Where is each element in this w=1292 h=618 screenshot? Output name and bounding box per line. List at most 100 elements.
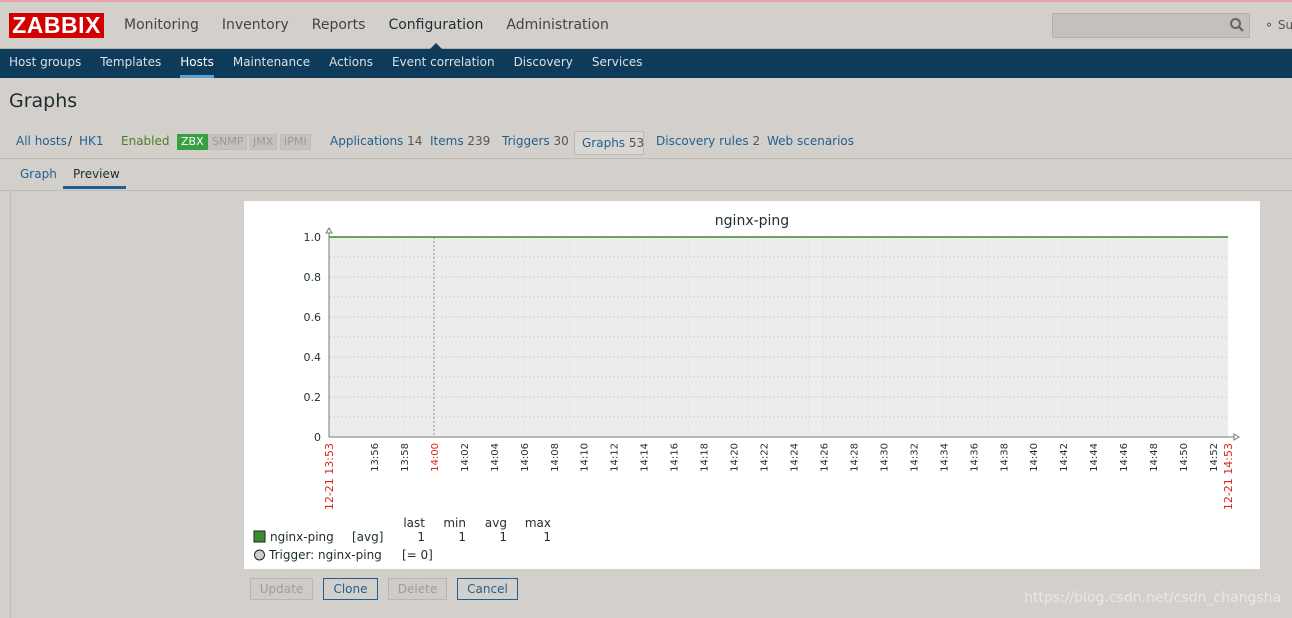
ipmi-availability-badge: IPMI (280, 134, 311, 150)
x-tick-label: 14:00 (430, 443, 441, 472)
active-tab-indicator (63, 186, 126, 189)
headset-icon: ⚬ (1264, 18, 1275, 32)
x-axis-arrow (1233, 433, 1240, 441)
legend-trigger-condition: [= 0] (402, 548, 433, 562)
y-axis-arrow (325, 227, 333, 234)
sub-nav-discovery[interactable]: Discovery (505, 49, 583, 78)
x-tick-label: 14:52 (1209, 443, 1220, 472)
breadcrumb-host[interactable]: HK1 (79, 134, 104, 148)
legend-series-color (253, 530, 266, 543)
host-link-items[interactable]: Items 239 (430, 134, 490, 148)
x-tick-label: 14:18 (700, 443, 711, 472)
x-axis-end-label: 12-21 14:53 (1222, 443, 1235, 510)
legend-series-func: [avg] (352, 530, 383, 544)
sub-nav-templates[interactable]: Templates (91, 49, 171, 78)
x-tick-label: 14:38 (999, 443, 1010, 472)
chart-title: nginx-ping (715, 213, 789, 229)
x-tick-label: 14:26 (819, 443, 830, 472)
breadcrumb-separator: / (68, 134, 73, 148)
zbx-availability-badge: ZBX (177, 134, 208, 150)
host-navigation-bar: All hosts / HK1 Enabled ZBX SNMP JMX IPM… (0, 128, 1292, 159)
x-tick-label: 14:04 (490, 443, 501, 472)
host-status[interactable]: Enabled (121, 134, 170, 148)
clone-button[interactable]: Clone (323, 578, 378, 600)
graph-preview: nginx-ping 1.0 0.8 0.6 0.4 0.2 0 13:56 13:58 14:… (244, 201, 1260, 569)
x-tick-label: 14:36 (969, 443, 980, 472)
host-link-discovery-rules[interactable]: Discovery rules 2 (656, 134, 760, 148)
sub-nav-services[interactable]: Services (583, 49, 653, 78)
y-tick-label: 0.4 (304, 351, 322, 364)
search-icon[interactable] (1229, 17, 1245, 33)
main-nav-inventory[interactable]: Inventory (222, 2, 289, 48)
x-tick-label: 13:58 (400, 443, 411, 472)
breadcrumb-all-hosts[interactable]: All hosts (16, 134, 67, 148)
tab-preview[interactable]: Preview (73, 167, 120, 181)
x-tick-label: 14:48 (1149, 443, 1160, 472)
legend-header-max: max (525, 516, 551, 530)
page-title: Graphs (9, 90, 78, 112)
x-tick-label: 14:14 (640, 443, 651, 472)
main-nav: Monitoring Inventory Reports Configurati… (124, 2, 632, 49)
sub-nav-maintenance[interactable]: Maintenance (224, 49, 320, 78)
y-tick-label: 0 (314, 431, 321, 444)
search-input[interactable] (1052, 13, 1250, 38)
x-tick-label: 14:06 (520, 443, 531, 472)
host-link-triggers[interactable]: Triggers 30 (502, 134, 569, 148)
x-tick-label: 14:40 (1029, 443, 1040, 472)
x-tick-label: 14:30 (879, 443, 890, 472)
y-tick-label: 0.8 (304, 271, 322, 284)
sub-nav: Host groups Templates Hosts Maintenance … (0, 49, 1292, 78)
cancel-button[interactable]: Cancel (457, 578, 518, 600)
sub-nav-event-correlation[interactable]: Event correlation (383, 49, 505, 78)
main-nav-reports[interactable]: Reports (312, 2, 366, 48)
x-tick-label: 14:24 (789, 443, 800, 472)
x-tick-label: 14:02 (460, 443, 471, 472)
x-tick-label: 14:28 (849, 443, 860, 472)
x-axis-start-label: 12-21 13:53 (323, 443, 336, 510)
main-nav-administration[interactable]: Administration (506, 2, 608, 48)
y-tick-label: 1.0 (304, 231, 322, 244)
update-button[interactable]: Update (250, 578, 313, 600)
x-tick-label: 13:56 (370, 443, 381, 472)
top-bar: ZABBIX Monitoring Inventory Reports Conf… (0, 2, 1292, 49)
host-link-web-scenarios[interactable]: Web scenarios (767, 134, 854, 148)
watermark: https://blog.csdn.net/csdn_changsha (1024, 590, 1282, 606)
support-link[interactable]: ⚬ Su (1264, 18, 1292, 32)
x-tick-label: 14:12 (610, 443, 621, 472)
legend-value-last: 1 (417, 530, 425, 544)
jmx-availability-badge: JMX (249, 134, 278, 150)
delete-button[interactable]: Delete (388, 578, 447, 600)
legend-value-max: 1 (543, 530, 551, 544)
main-nav-monitoring[interactable]: Monitoring (124, 2, 199, 48)
legend-value-avg: 1 (499, 530, 507, 544)
legend-header-last: last (403, 516, 425, 530)
main-nav-configuration[interactable]: Configuration (388, 2, 483, 49)
x-tick-label: 14:32 (909, 443, 920, 472)
chart-legend: last min avg max nginx-ping [avg] 1 1 1 … (253, 516, 551, 562)
host-link-applications[interactable]: Applications 14 (330, 134, 422, 148)
x-tick-label: 14:50 (1179, 443, 1190, 472)
legend-series-name: nginx-ping (270, 530, 334, 544)
y-tick-label: 0.6 (304, 311, 322, 324)
x-tick-label: 14:46 (1119, 443, 1130, 472)
y-tick-label: 0.2 (304, 391, 322, 404)
legend-trigger-marker (254, 549, 265, 561)
form-tabs: Graph Preview (0, 160, 1292, 191)
x-tick-label: 14:22 (760, 443, 771, 472)
zabbix-logo[interactable]: ZABBIX (9, 13, 104, 38)
legend-header-avg: avg (485, 516, 507, 530)
snmp-availability-badge: SNMP (208, 134, 248, 150)
x-tick-label: 14:08 (550, 443, 561, 472)
tab-graph[interactable]: Graph (20, 167, 57, 181)
sub-nav-hosts[interactable]: Hosts (171, 49, 224, 78)
x-tick-label: 14:10 (580, 443, 591, 472)
x-tick-label: 14:34 (939, 443, 950, 472)
x-tick-label: 14:20 (730, 443, 741, 472)
x-tick-label: 14:42 (1059, 443, 1070, 472)
host-link-graphs[interactable]: Graphs 53 (574, 131, 644, 155)
legend-value-min: 1 (458, 530, 466, 544)
sub-nav-host-groups[interactable]: Host groups (0, 49, 91, 78)
x-tick-label: 14:44 (1089, 443, 1100, 472)
x-tick-label: 14:16 (670, 443, 681, 472)
sub-nav-actions[interactable]: Actions (320, 49, 383, 78)
